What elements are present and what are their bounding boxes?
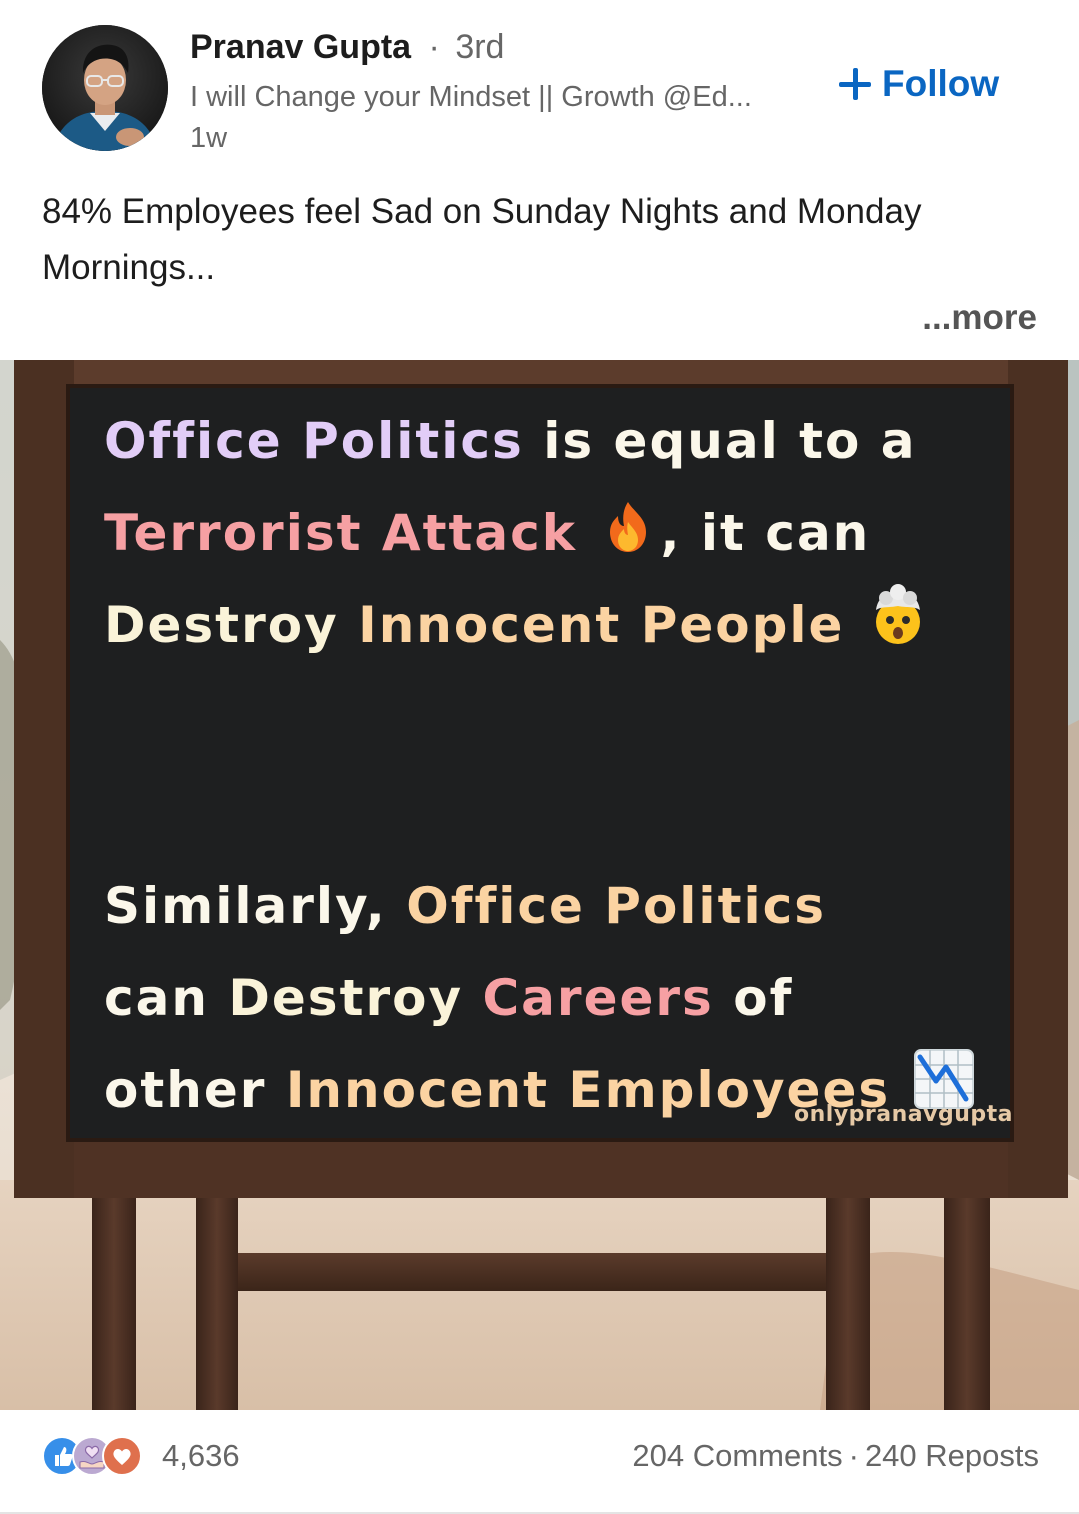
board-text-segment: other [104,1061,286,1119]
engagement-separator: · [848,1438,859,1473]
author-name[interactable]: Pranav Gupta [190,28,411,66]
board-text-segment: Careers [482,969,734,1027]
board-line: Destroy Innocent People [104,579,1004,671]
fire-emoji [598,491,658,583]
watermark-text: onlypranavgupta [794,1102,1013,1127]
reposts-count-link[interactable]: 240 Reposts [865,1438,1039,1473]
board-text-segment: Innocent People [358,596,864,654]
connection-degree: 3rd [455,28,505,66]
board-paragraph-gap [104,671,1004,860]
author-headline: I will Change your Mindset || Growth @Ed… [190,81,752,113]
follow-button[interactable]: Follow [838,58,999,110]
comments-count-link[interactable]: 204 Comments [632,1438,842,1473]
degree-separator: · [428,28,440,66]
love-reaction-icon [102,1436,142,1476]
board-text-segment: Office Politics [406,877,827,935]
author-avatar[interactable] [42,25,168,151]
board-text-segment: Terrorist Attack [104,504,597,562]
board-line: Similarly, Office Politics [104,860,1004,952]
board-text-segment: Destroy [104,596,359,654]
follow-label: Follow [882,63,1000,104]
post-body-text: 84% Employees feel Sad on Sunday Nights … [42,192,922,287]
board-text-segment: can [104,969,229,1027]
board-line: Terrorist Attack , it can [104,487,1004,579]
social-counts-bar: 4,636 204 Comments · 240 Reposts [0,1410,1079,1514]
board-text: Office Politics is equal to a Terrorist A… [104,395,1004,1136]
reactions-count: 4,636 [162,1438,240,1473]
board-text-segment: is equal to a [543,412,917,470]
author-line: Pranav Gupta · 3rd [190,26,810,68]
see-more-link[interactable]: ...more [922,298,1037,338]
board-text-segment: , it can [660,504,871,562]
board-text-segment: Destroy [228,969,483,1027]
board-text-segment: of [733,969,794,1027]
post-header: Pranav Gupta · 3rd I will Change your Mi… [0,0,1079,170]
reactions-summary[interactable]: 4,636 [42,1436,240,1476]
post-timestamp: 1w [190,122,228,154]
exploding-head-emoji [866,582,930,675]
board-text-segment: Office Politics [104,412,544,470]
board-line: can Destroy Careers of [104,952,1004,1044]
engagement-summary: 204 Comments · 240 Reposts [632,1438,1039,1474]
plus-icon [838,67,872,101]
author-info: Pranav Gupta · 3rd I will Change your Mi… [190,26,810,158]
board-line: Office Politics is equal to a [104,395,1004,487]
board-text-segment: Similarly, [104,877,407,935]
